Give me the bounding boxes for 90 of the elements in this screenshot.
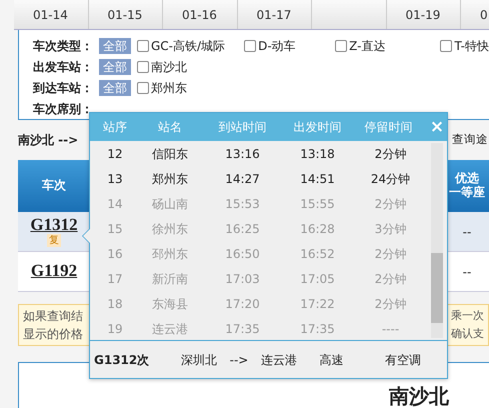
route-heading: 南沙北 --> xyxy=(18,132,78,149)
table-cell-text: 15:53 xyxy=(224,196,261,212)
date-tab[interactable]: 01-14 xyxy=(14,0,88,29)
date-tab[interactable]: 01-15 xyxy=(88,0,163,29)
table-cell-text: 17 xyxy=(106,270,124,288)
table-cell-text: 13:16 xyxy=(224,146,261,162)
table-cell-text: 信阳东 xyxy=(151,146,189,162)
filter-option[interactable]: D-动车 xyxy=(244,36,330,54)
table-cell-text: 2分钟 xyxy=(374,296,408,312)
column-header: 到站时间 xyxy=(218,119,268,136)
table-cell: -- xyxy=(445,252,489,292)
train-label: G1312次 xyxy=(94,352,150,368)
checkbox[interactable] xyxy=(244,40,256,52)
table-cell-text: 12 xyxy=(106,146,124,162)
filter-option[interactable]: Z-直达 xyxy=(335,36,434,54)
column-header: 优选 xyxy=(455,172,479,186)
footer-text: 高速 xyxy=(318,352,344,368)
table-cell-text: 郑州东 xyxy=(151,170,189,188)
checkbox[interactable] xyxy=(137,40,149,52)
column-header: 停留时间 xyxy=(364,119,414,136)
table-cell-text: 15 xyxy=(106,220,124,238)
badge: 复 xyxy=(47,234,61,248)
table-cell-text: 14:51 xyxy=(299,170,336,188)
scrollbar-thumb[interactable] xyxy=(431,253,443,323)
table-cell-text: 2分钟 xyxy=(374,246,408,262)
table-cell-text: 14 xyxy=(106,196,124,212)
table-cell-text: 16:28 xyxy=(299,220,336,238)
table-cell-text: 2分钟 xyxy=(374,146,408,162)
column-header: 一等座 xyxy=(449,186,485,200)
table-cell-text: 17:20 xyxy=(224,296,261,312)
table-cell-text: 15:55 xyxy=(299,196,336,212)
table-cell-text: 17:03 xyxy=(224,270,261,288)
footer-text: 连云港 xyxy=(260,352,298,368)
footer-text: --> xyxy=(228,352,250,368)
table-cell: -- xyxy=(445,212,489,252)
filter-option[interactable]: GC-高铁/城际 xyxy=(137,36,238,54)
train-number-link[interactable]: G1312 xyxy=(30,216,78,234)
filter-option[interactable]: 郑州东 xyxy=(137,78,187,96)
table-cell-text: 16:25 xyxy=(224,220,261,238)
table-cell-text: 2分钟 xyxy=(374,196,408,212)
train-number-link[interactable]: G1192 xyxy=(30,262,78,281)
table-cell-text: 3分钟 xyxy=(374,220,408,238)
checkbox[interactable] xyxy=(137,60,149,72)
table-cell-text: ---- xyxy=(380,320,400,338)
notice-text: 显示的价格 xyxy=(23,326,83,343)
table-cell-text: 16:52 xyxy=(299,246,336,262)
date-tab[interactable]: 0 xyxy=(461,0,489,29)
notice-text: 乘一次 xyxy=(451,308,484,324)
column-header: 站名 xyxy=(157,119,183,136)
column-header: 出发时间 xyxy=(292,119,342,136)
filter-label: 到达车站： xyxy=(33,80,93,96)
table-cell-text: 19 xyxy=(106,320,124,338)
table-cell-text: 16:50 xyxy=(224,246,261,262)
checkbox[interactable] xyxy=(335,40,348,52)
checkbox[interactable] xyxy=(137,82,149,94)
table-cell-text: 新沂南 xyxy=(151,270,189,288)
table-cell-text: 连云港 xyxy=(151,320,189,338)
station-name: 南沙北 xyxy=(389,385,449,408)
table-cell-text: 24分钟 xyxy=(370,170,412,188)
notice-text: 确认支 xyxy=(451,326,484,342)
table-cell-text: 东海县 xyxy=(151,296,189,312)
scrollbar[interactable] xyxy=(431,143,443,338)
table-cell-text: 17:05 xyxy=(299,270,336,288)
column-header: 站序 xyxy=(102,119,128,136)
table-cell-text: 徐州东 xyxy=(151,220,189,238)
table-cell-text: 14:27 xyxy=(224,170,261,188)
table-cell-text: 2分钟 xyxy=(374,270,408,288)
notice-text: 如果查询结 xyxy=(23,308,83,325)
date-tab[interactable]: 01-19 xyxy=(386,0,461,29)
table-cell-text: 砀山南 xyxy=(151,196,189,212)
table-cell-text: 17:35 xyxy=(299,320,336,338)
checkbox[interactable] xyxy=(440,40,452,52)
filter-option[interactable]: T-特快 xyxy=(440,36,489,54)
footer-text: 深圳北 xyxy=(180,352,218,368)
table-cell-text: 邳州东 xyxy=(151,246,189,262)
filter-label: 车次类型： xyxy=(33,38,93,54)
table-cell-text: 17:35 xyxy=(224,320,261,338)
filter-option[interactable]: 南沙北 xyxy=(137,58,187,76)
column-header: 车次 xyxy=(42,179,66,193)
table-cell-text: 18 xyxy=(106,296,124,312)
filter-label: 出发车站： xyxy=(33,58,93,76)
date-tab[interactable]: 01-16 xyxy=(163,0,238,29)
table-cell-text: 17:22 xyxy=(299,296,336,312)
table-cell-text: 16 xyxy=(106,246,124,262)
table-cell-text: 13 xyxy=(106,170,124,188)
footer-text: 有空调 xyxy=(384,352,422,368)
table-cell-text: 13:18 xyxy=(299,146,336,162)
filter-label: 车次席别： xyxy=(33,100,93,118)
query-stops-link[interactable]: 查询途 xyxy=(452,131,488,149)
date-tab[interactable]: 01-17 xyxy=(238,0,312,29)
